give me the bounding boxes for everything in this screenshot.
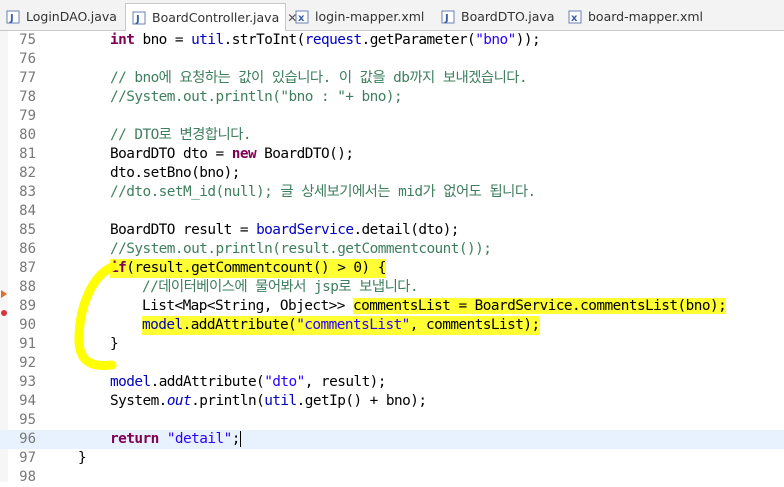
- tab-login-mapper-xml[interactable]: x login-mapper.xml: [289, 3, 434, 30]
- line-number: 93: [19, 374, 36, 390]
- line-number: 79: [19, 108, 36, 124]
- line-number: 87: [19, 260, 36, 276]
- code-line[interactable]: 91 }: [0, 335, 784, 354]
- java-file-icon: J: [6, 10, 20, 24]
- code-text: return "detail";: [110, 431, 241, 447]
- code-line[interactable]: 79: [0, 107, 784, 126]
- line-number: 88: [19, 279, 36, 295]
- code-line[interactable]: 93 model.addAttribute("dto", result);: [0, 373, 784, 392]
- xml-file-icon: x: [295, 10, 309, 24]
- line-number: 76: [19, 51, 36, 67]
- line-number: 85: [19, 222, 36, 238]
- code-line[interactable]: 92: [0, 354, 784, 373]
- code-text: model.addAttribute("dto", result);: [110, 374, 386, 390]
- line-number: 92: [19, 355, 36, 371]
- code-line[interactable]: 82 dto.setBno(bno);: [0, 164, 784, 183]
- code-line[interactable]: 90 model.addAttribute("commentsList", co…: [0, 316, 784, 335]
- line-number: 82: [19, 165, 36, 181]
- line-number: 75: [19, 32, 36, 48]
- line-number: 94: [19, 393, 36, 409]
- svg-text:J: J: [135, 14, 140, 25]
- line-number: 91: [19, 336, 36, 352]
- code-line[interactable]: 84: [0, 202, 784, 221]
- tab-label: BoardController.java: [152, 10, 280, 25]
- code-text: BoardDTO result = boardService.detail(dt…: [110, 222, 459, 238]
- code-text: dto.setBno(bno);: [110, 165, 240, 181]
- line-number: 81: [19, 146, 36, 162]
- highlighted-code: commentsList = BoardService.commentsList…: [352, 298, 727, 314]
- code-line[interactable]: 81 BoardDTO dto = new BoardDTO();: [0, 145, 784, 164]
- highlighted-code: model.addAttribute("commentsList", comme…: [142, 316, 540, 335]
- code-editor[interactable]: 75 int bno = util.strToInt(request.getPa…: [0, 31, 784, 485]
- line-number: 95: [19, 412, 36, 428]
- svg-text:x: x: [571, 13, 578, 24]
- code-line[interactable]: 75 int bno = util.strToInt(request.getPa…: [0, 31, 784, 50]
- svg-text:J: J: [9, 13, 14, 24]
- tab-logindao-java[interactable]: J LoginDAO.java: [0, 3, 124, 30]
- code-text: int bno = util.strToInt(request.getParam…: [110, 32, 541, 48]
- code-line[interactable]: 88 //데이터베이스에 물어봐서 jsp로 보냅니다.: [0, 278, 784, 298]
- code-line[interactable]: 78 //System.out.println("bno : "+ bno);: [0, 88, 784, 107]
- code-text: }: [110, 336, 119, 352]
- line-number: 83: [19, 184, 36, 200]
- line-number: 96: [19, 431, 36, 447]
- line-number: 80: [19, 127, 36, 143]
- code-comment: // bno에 요청하는 값이 있습니다. 이 값을 db까지 보내겠습니다.: [110, 70, 528, 86]
- code-text: }: [78, 450, 87, 466]
- code-comment: // DTO로 변경합니다.: [110, 127, 252, 143]
- svg-text:x: x: [298, 13, 305, 24]
- line-number: 86: [19, 241, 36, 257]
- code-line[interactable]: 85 BoardDTO result = boardService.detail…: [0, 221, 784, 240]
- line-number: 90: [19, 317, 36, 333]
- code-line[interactable]: 87 if(result.getCommentcount() > 0) {: [0, 259, 784, 278]
- code-text: System.out.println(util.getIp() + bno);: [110, 393, 427, 409]
- current-code-line[interactable]: 96 return "detail";: [0, 430, 784, 449]
- code-line[interactable]: 94 System.out.println(util.getIp() + bno…: [0, 392, 784, 411]
- code-comment: //데이터베이스에 물어봐서 jsp로 보냅니다.: [142, 279, 419, 295]
- line-number: 84: [19, 203, 36, 219]
- code-line[interactable]: 86 //System.out.println(result.getCommen…: [0, 240, 784, 259]
- tab-label: login-mapper.xml: [315, 9, 425, 24]
- code-text: BoardDTO dto = new BoardDTO();: [110, 146, 354, 162]
- code-line[interactable]: 76: [0, 50, 784, 69]
- code-comment: //System.out.println(result.getCommentco…: [110, 241, 492, 257]
- tab-boardcontroller-java[interactable]: J BoardController.java ✕: [125, 3, 297, 31]
- text-caret: [239, 431, 241, 447]
- tab-label: BoardDTO.java: [461, 9, 555, 24]
- line-number: 77: [19, 70, 36, 86]
- tab-board-mapper-xml[interactable]: x board-mapper.xml: [562, 3, 712, 30]
- line-number: 98: [19, 469, 36, 485]
- tab-boarddto-java[interactable]: J BoardDTO.java: [435, 3, 559, 30]
- code-line[interactable]: 95: [0, 411, 784, 430]
- java-file-icon: J: [132, 11, 146, 25]
- code-line[interactable]: 83 //dto.setM_id(null); 글 상세보기에서는 mid가 없…: [0, 183, 784, 202]
- editor-tab-bar: J LoginDAO.java J BoardController.java ✕…: [0, 0, 784, 31]
- java-file-icon: J: [441, 10, 455, 24]
- tab-label: board-mapper.xml: [588, 9, 704, 24]
- line-number: 89: [19, 298, 36, 314]
- code-line[interactable]: 98: [0, 468, 784, 487]
- code-line[interactable]: 77 // bno에 요청하는 값이 있습니다. 이 값을 db까지 보내겠습니…: [0, 69, 784, 88]
- line-number: 97: [19, 450, 36, 466]
- svg-text:J: J: [444, 13, 449, 24]
- line-number: 78: [19, 89, 36, 105]
- code-line[interactable]: 89 List<Map<String, Object>> commentsLis…: [0, 297, 784, 316]
- code-line[interactable]: 80 // DTO로 변경합니다.: [0, 126, 784, 145]
- xml-file-icon: x: [568, 10, 582, 24]
- code-line[interactable]: 97 }: [0, 449, 784, 468]
- code-text: List<Map<String, Object>> commentsList =…: [142, 298, 727, 314]
- code-comment: //dto.setM_id(null); 글 상세보기에서는 mid가 없어도 …: [110, 184, 536, 200]
- code-comment: //System.out.println("bno : "+ bno);: [110, 89, 403, 105]
- tab-label: LoginDAO.java: [26, 9, 117, 24]
- highlighted-code: if(result.getCommentcount() > 0) {: [110, 259, 386, 278]
